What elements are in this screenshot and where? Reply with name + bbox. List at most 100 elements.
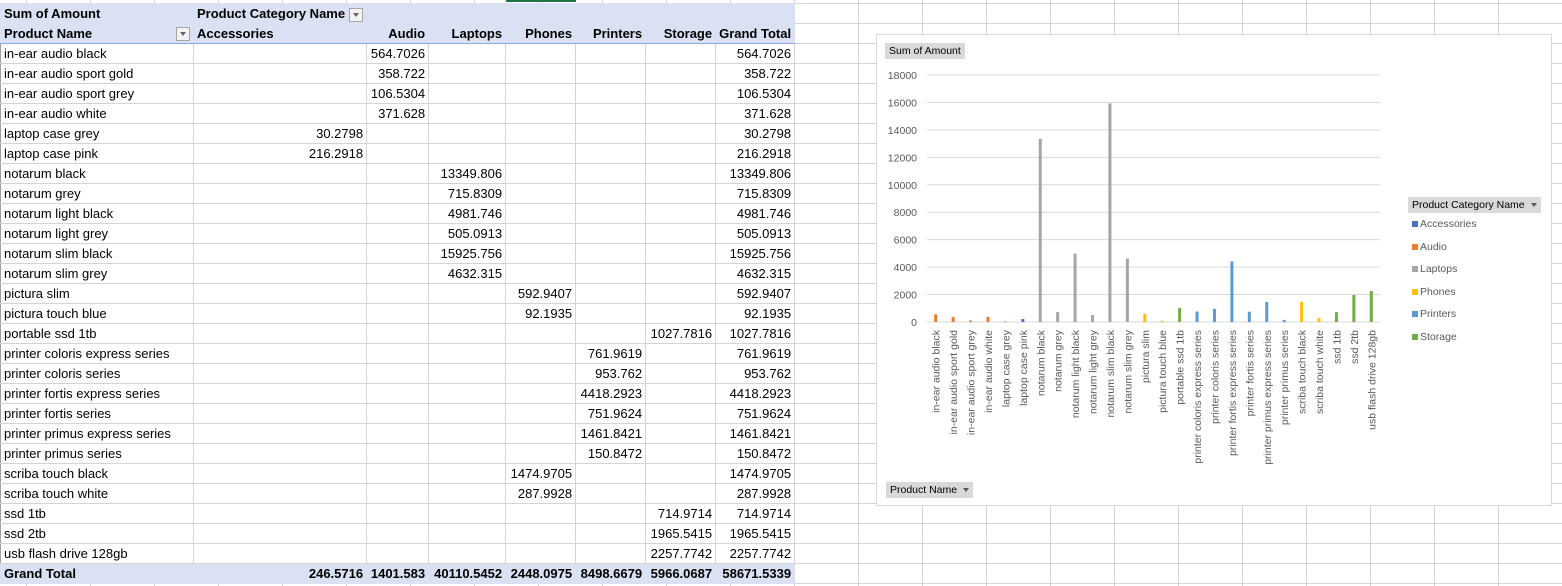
bar-laptops[interactable]: [1108, 103, 1112, 323]
value-cell[interactable]: [366, 203, 430, 224]
value-cell[interactable]: [192, 263, 368, 284]
value-cell[interactable]: [366, 263, 430, 284]
value-cell[interactable]: [192, 183, 368, 204]
row-label[interactable]: printer coloris express series: [0, 343, 194, 364]
row-label[interactable]: ssd 1tb: [0, 503, 194, 524]
column-field-header[interactable]: Product Category Name: [192, 3, 368, 24]
value-cell[interactable]: [505, 163, 577, 184]
value-cell[interactable]: [428, 363, 507, 384]
grand-total-cell[interactable]: 246.5716: [192, 563, 368, 584]
value-cell[interactable]: 216.2918: [192, 143, 368, 164]
bar-phones[interactable]: [1143, 313, 1147, 322]
value-cell[interactable]: [192, 63, 368, 84]
value-cell[interactable]: [575, 303, 647, 324]
value-cell[interactable]: 505.0913: [428, 223, 507, 244]
value-cell[interactable]: [505, 183, 577, 204]
bar-laptops[interactable]: [1038, 138, 1042, 322]
value-cell[interactable]: [366, 523, 430, 544]
value-cell[interactable]: [505, 423, 577, 444]
value-cell[interactable]: [366, 503, 430, 524]
value-cell[interactable]: [575, 543, 647, 564]
legend-item-audio[interactable]: Audio: [1408, 236, 1541, 259]
value-cell[interactable]: [645, 103, 717, 124]
value-cell[interactable]: [192, 343, 368, 364]
row-label[interactable]: in-ear audio sport gold: [0, 63, 194, 84]
value-cell[interactable]: [505, 143, 577, 164]
row-label[interactable]: printer fortis series: [0, 403, 194, 424]
row-grand-total-cell[interactable]: 13349.806: [715, 163, 796, 184]
row-label[interactable]: scriba touch black: [0, 463, 194, 484]
row-label[interactable]: in-ear audio sport grey: [0, 83, 194, 104]
value-cell[interactable]: 13349.806: [428, 163, 507, 184]
bar-printers[interactable]: [1212, 308, 1216, 322]
column-header-phones[interactable]: Phones: [505, 23, 577, 44]
row-grand-total-cell[interactable]: 287.9928: [715, 483, 796, 504]
value-cell[interactable]: [192, 383, 368, 404]
value-cell[interactable]: 1474.9705: [505, 463, 577, 484]
bar-laptops[interactable]: [1056, 312, 1060, 322]
value-cell[interactable]: [505, 43, 577, 64]
row-label[interactable]: printer coloris series: [0, 363, 194, 384]
value-cell[interactable]: [366, 223, 430, 244]
value-cell[interactable]: [505, 543, 577, 564]
bar-phones[interactable]: [1160, 320, 1164, 322]
value-cell[interactable]: [428, 123, 507, 144]
value-cell[interactable]: [575, 283, 647, 304]
row-grand-total-cell[interactable]: 371.628: [715, 103, 796, 124]
value-cell[interactable]: 714.9714: [645, 503, 717, 524]
row-label[interactable]: usb flash drive 128gb: [0, 543, 194, 564]
value-cell[interactable]: [575, 243, 647, 264]
row-grand-total-cell[interactable]: 30.2798: [715, 123, 796, 144]
value-cell[interactable]: [505, 223, 577, 244]
value-cell[interactable]: [575, 143, 647, 164]
value-cell[interactable]: 1965.5415: [645, 523, 717, 544]
column-header-printers[interactable]: Printers: [575, 23, 647, 44]
value-cell[interactable]: 2257.7742: [645, 543, 717, 564]
value-cell[interactable]: [366, 303, 430, 324]
value-cell[interactable]: [645, 463, 717, 484]
value-cell[interactable]: [645, 183, 717, 204]
value-cell[interactable]: [575, 163, 647, 184]
value-cell[interactable]: [575, 203, 647, 224]
row-label[interactable]: notarum light black: [0, 203, 194, 224]
bar-storage[interactable]: [1369, 291, 1373, 322]
row-grand-total-cell[interactable]: 4418.2923: [715, 383, 796, 404]
row-label[interactable]: notarum slim grey: [0, 263, 194, 284]
value-cell[interactable]: [428, 503, 507, 524]
value-cell[interactable]: [505, 383, 577, 404]
chart-legend[interactable]: Product Category Name Accessories Audio La…: [1408, 197, 1541, 348]
row-label[interactable]: notarum slim black: [0, 243, 194, 264]
value-cell[interactable]: [645, 343, 717, 364]
row-label[interactable]: laptop case pink: [0, 143, 194, 164]
value-cell[interactable]: [366, 423, 430, 444]
value-cell[interactable]: [192, 443, 368, 464]
column-header-audio[interactable]: Audio: [366, 23, 430, 44]
value-cell[interactable]: [505, 103, 577, 124]
row-label[interactable]: printer primus express series: [0, 423, 194, 444]
bar-phones[interactable]: [1317, 318, 1321, 322]
value-cell[interactable]: 358.722: [366, 63, 430, 84]
column-filter-dropdown-icon[interactable]: [349, 7, 364, 22]
value-cell[interactable]: [645, 263, 717, 284]
value-cell[interactable]: [575, 483, 647, 504]
value-cell[interactable]: [366, 383, 430, 404]
grand-total-cell[interactable]: 5966.0687: [645, 563, 717, 584]
value-cell[interactable]: [505, 63, 577, 84]
value-cell[interactable]: [428, 443, 507, 464]
axis-field-button[interactable]: Product Name: [886, 482, 974, 498]
value-cell[interactable]: [505, 443, 577, 464]
value-cell[interactable]: [366, 363, 430, 384]
value-cell[interactable]: 92.1935: [505, 303, 577, 324]
grand-total-cell[interactable]: 8498.6679: [575, 563, 647, 584]
value-cell[interactable]: [575, 63, 647, 84]
value-cell[interactable]: [645, 43, 717, 64]
value-cell[interactable]: [192, 503, 368, 524]
row-grand-total-cell[interactable]: 150.8472: [715, 443, 796, 464]
column-header-laptops[interactable]: Laptops: [428, 23, 507, 44]
value-cell[interactable]: [366, 343, 430, 364]
value-cell[interactable]: 287.9928: [505, 483, 577, 504]
column-header-grand-total[interactable]: Grand Total: [715, 23, 796, 44]
value-cell[interactable]: [645, 483, 717, 504]
bar-printers[interactable]: [1265, 301, 1269, 322]
value-cell[interactable]: [575, 263, 647, 284]
